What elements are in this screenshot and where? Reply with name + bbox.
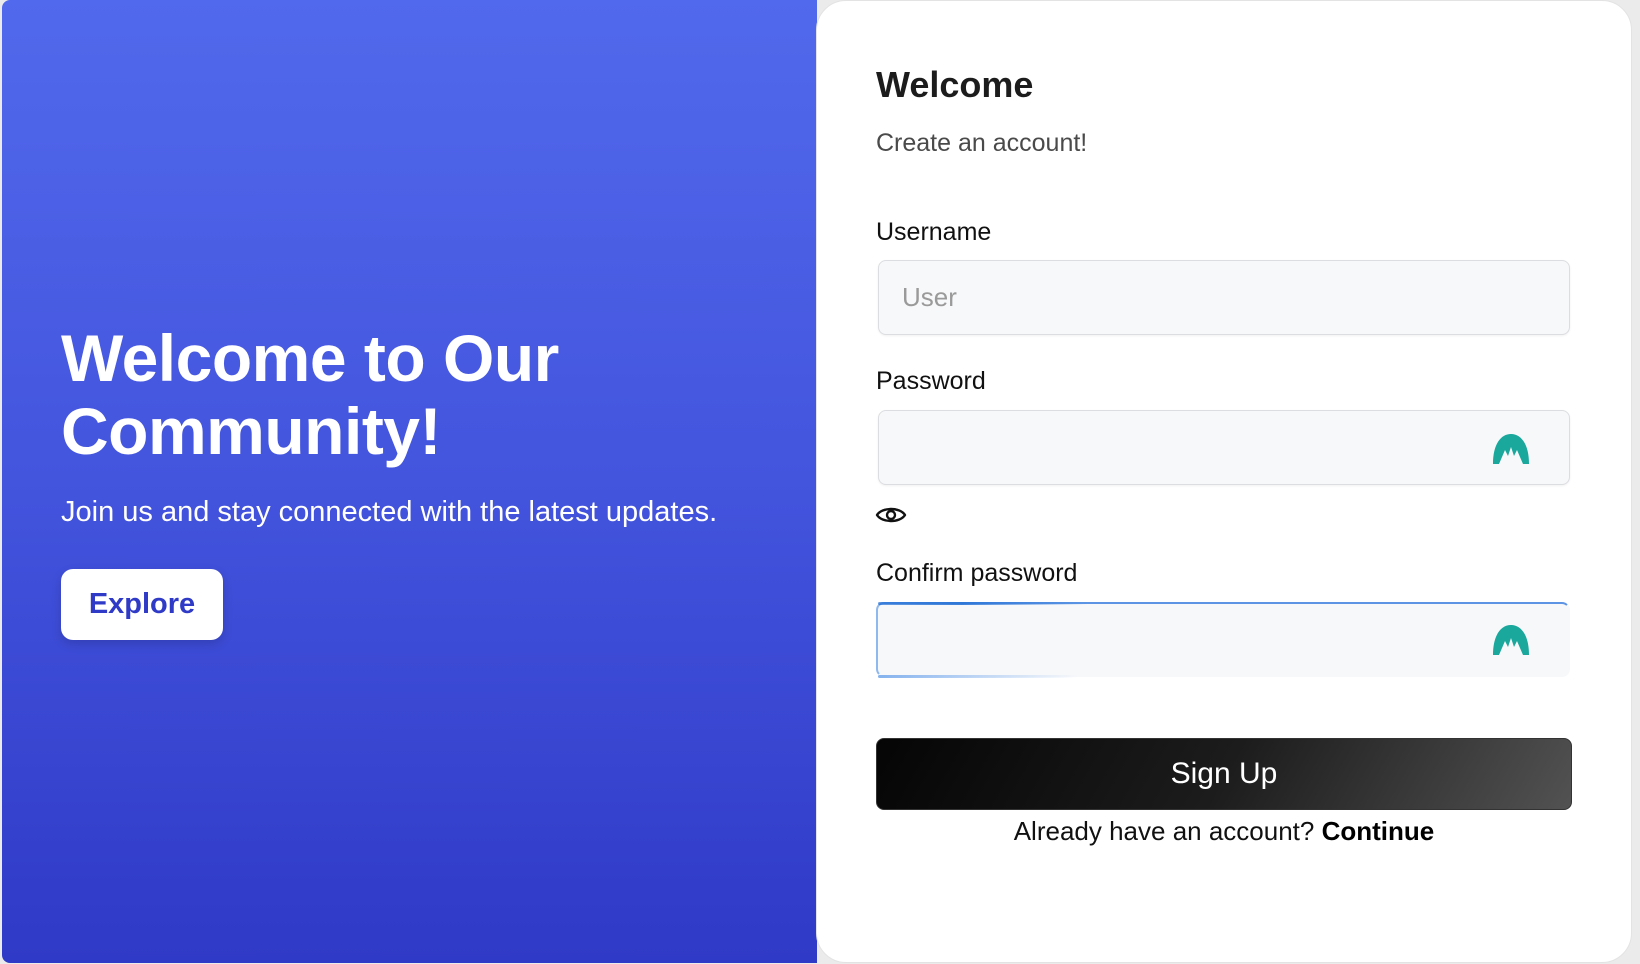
sign-up-button[interactable]: Sign Up: [876, 738, 1572, 810]
hero-title: Welcome to Our Community!: [61, 321, 559, 468]
eye-icon[interactable]: [875, 503, 907, 527]
form-title: Welcome: [876, 64, 1034, 105]
confirm-password-input[interactable]: [876, 602, 1570, 677]
explore-button[interactable]: Explore: [61, 569, 223, 640]
confirm-password-label: Confirm password: [876, 559, 1078, 587]
password-label: Password: [876, 367, 986, 395]
hero-subtitle: Join us and stay connected with the late…: [61, 496, 718, 528]
login-prompt-text: Already have an account?: [1013, 816, 1315, 846]
password-input[interactable]: [878, 410, 1570, 485]
password-manager-icon[interactable]: [1491, 432, 1531, 466]
username-label: Username: [876, 218, 992, 246]
hero-panel: Welcome to Our Community! Join us and st…: [2, 0, 817, 963]
signup-page: Welcome to Our Community! Join us and st…: [2, 0, 1632, 963]
continue-link[interactable]: Continue: [1322, 816, 1435, 846]
form-subtitle: Create an account!: [876, 129, 1088, 157]
signup-form-card: Welcome Create an account! Username Pass…: [816, 0, 1632, 963]
login-prompt: Already have an account? Continue: [876, 815, 1572, 847]
username-input[interactable]: [878, 260, 1570, 335]
password-manager-icon[interactable]: [1491, 623, 1531, 657]
